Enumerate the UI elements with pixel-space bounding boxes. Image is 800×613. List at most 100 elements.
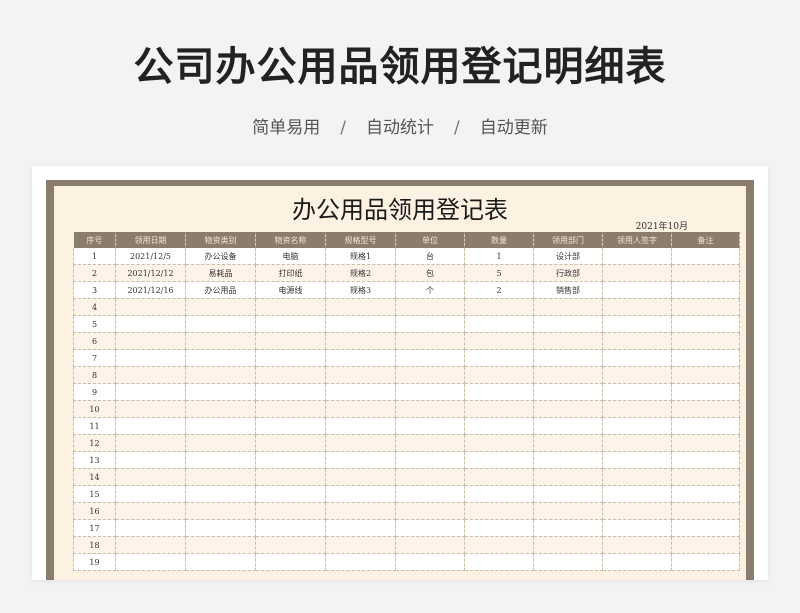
table-cell[interactable]: 18	[73, 536, 116, 554]
table-cell[interactable]	[185, 349, 256, 367]
table-cell[interactable]	[533, 298, 603, 316]
table-cell[interactable]: 5	[464, 264, 534, 282]
table-cell[interactable]	[395, 315, 465, 333]
table-cell[interactable]: 规格3	[325, 281, 396, 299]
table-cell[interactable]	[602, 417, 672, 435]
table-cell[interactable]	[185, 315, 256, 333]
table-cell[interactable]	[671, 349, 740, 367]
table-cell[interactable]	[464, 332, 534, 350]
table-cell[interactable]: 设计部	[533, 248, 603, 265]
table-cell[interactable]	[671, 264, 740, 282]
table-cell[interactable]	[395, 332, 465, 350]
table-cell[interactable]	[115, 349, 186, 367]
table-cell[interactable]	[671, 553, 740, 571]
table-cell[interactable]	[533, 400, 603, 418]
table-cell[interactable]: 销售部	[533, 281, 603, 299]
table-cell[interactable]: 9	[73, 383, 116, 401]
table-cell[interactable]	[185, 485, 256, 503]
table-cell[interactable]: 19	[73, 553, 116, 571]
table-cell[interactable]: 10	[73, 400, 116, 418]
table-cell[interactable]	[255, 536, 326, 554]
table-cell[interactable]: 3	[73, 281, 116, 299]
table-cell[interactable]	[533, 485, 603, 503]
table-cell[interactable]	[185, 468, 256, 486]
table-cell[interactable]	[395, 434, 465, 452]
table-cell[interactable]	[115, 400, 186, 418]
table-cell[interactable]: 电源线	[255, 281, 326, 299]
table-cell[interactable]	[395, 553, 465, 571]
table-cell[interactable]	[325, 298, 396, 316]
table-cell[interactable]: 6	[73, 332, 116, 350]
table-cell[interactable]	[325, 349, 396, 367]
table-cell[interactable]	[395, 485, 465, 503]
table-cell[interactable]	[325, 451, 396, 469]
table-cell[interactable]	[325, 400, 396, 418]
table-cell[interactable]	[671, 434, 740, 452]
table-cell[interactable]	[602, 519, 672, 537]
table-cell[interactable]	[464, 383, 534, 401]
table-cell[interactable]	[602, 434, 672, 452]
table-cell[interactable]	[255, 349, 326, 367]
table-cell[interactable]	[464, 315, 534, 333]
table-cell[interactable]	[464, 434, 534, 452]
table-cell[interactable]	[464, 400, 534, 418]
table-cell[interactable]	[671, 383, 740, 401]
table-cell[interactable]	[671, 400, 740, 418]
table-cell[interactable]	[395, 417, 465, 435]
table-cell[interactable]	[395, 349, 465, 367]
table-cell[interactable]	[115, 519, 186, 537]
table-cell[interactable]	[325, 519, 396, 537]
table-cell[interactable]: 2	[73, 264, 116, 282]
table-cell[interactable]	[602, 332, 672, 350]
table-cell[interactable]	[464, 553, 534, 571]
table-cell[interactable]	[533, 451, 603, 469]
table-cell[interactable]	[671, 502, 740, 520]
table-cell[interactable]: 台	[395, 248, 465, 265]
table-cell[interactable]	[395, 536, 465, 554]
table-cell[interactable]: 规格1	[325, 248, 396, 265]
table-cell[interactable]	[185, 298, 256, 316]
table-cell[interactable]	[185, 332, 256, 350]
table-cell[interactable]	[464, 298, 534, 316]
table-cell[interactable]	[533, 332, 603, 350]
table-cell[interactable]	[255, 468, 326, 486]
table-cell[interactable]: 打印纸	[255, 264, 326, 282]
table-cell[interactable]: 易耗品	[185, 264, 256, 282]
table-cell[interactable]: 个	[395, 281, 465, 299]
table-cell[interactable]	[395, 400, 465, 418]
table-cell[interactable]	[671, 315, 740, 333]
table-cell[interactable]	[255, 434, 326, 452]
table-cell[interactable]	[464, 519, 534, 537]
table-cell[interactable]	[533, 349, 603, 367]
table-cell[interactable]	[533, 417, 603, 435]
table-cell[interactable]: 办公用品	[185, 281, 256, 299]
table-cell[interactable]	[602, 281, 672, 299]
table-cell[interactable]	[395, 468, 465, 486]
table-cell[interactable]	[602, 264, 672, 282]
table-cell[interactable]: 15	[73, 485, 116, 503]
table-cell[interactable]	[464, 417, 534, 435]
table-cell[interactable]	[602, 468, 672, 486]
table-cell[interactable]	[395, 451, 465, 469]
table-cell[interactable]: 5	[73, 315, 116, 333]
table-cell[interactable]	[533, 502, 603, 520]
table-cell[interactable]: 包	[395, 264, 465, 282]
table-cell[interactable]	[325, 502, 396, 520]
table-cell[interactable]	[464, 468, 534, 486]
table-cell[interactable]	[325, 366, 396, 384]
table-cell[interactable]: 2021/12/12	[115, 264, 186, 282]
table-cell[interactable]	[115, 536, 186, 554]
table-cell[interactable]	[185, 417, 256, 435]
table-cell[interactable]	[602, 298, 672, 316]
table-cell[interactable]	[325, 332, 396, 350]
table-cell[interactable]	[602, 502, 672, 520]
table-cell[interactable]	[115, 383, 186, 401]
table-cell[interactable]	[325, 417, 396, 435]
table-cell[interactable]	[602, 366, 672, 384]
table-cell[interactable]	[325, 315, 396, 333]
table-cell[interactable]: 办公设备	[185, 248, 256, 265]
table-cell[interactable]	[671, 417, 740, 435]
table-cell[interactable]	[115, 451, 186, 469]
table-cell[interactable]	[325, 468, 396, 486]
table-cell[interactable]	[255, 332, 326, 350]
